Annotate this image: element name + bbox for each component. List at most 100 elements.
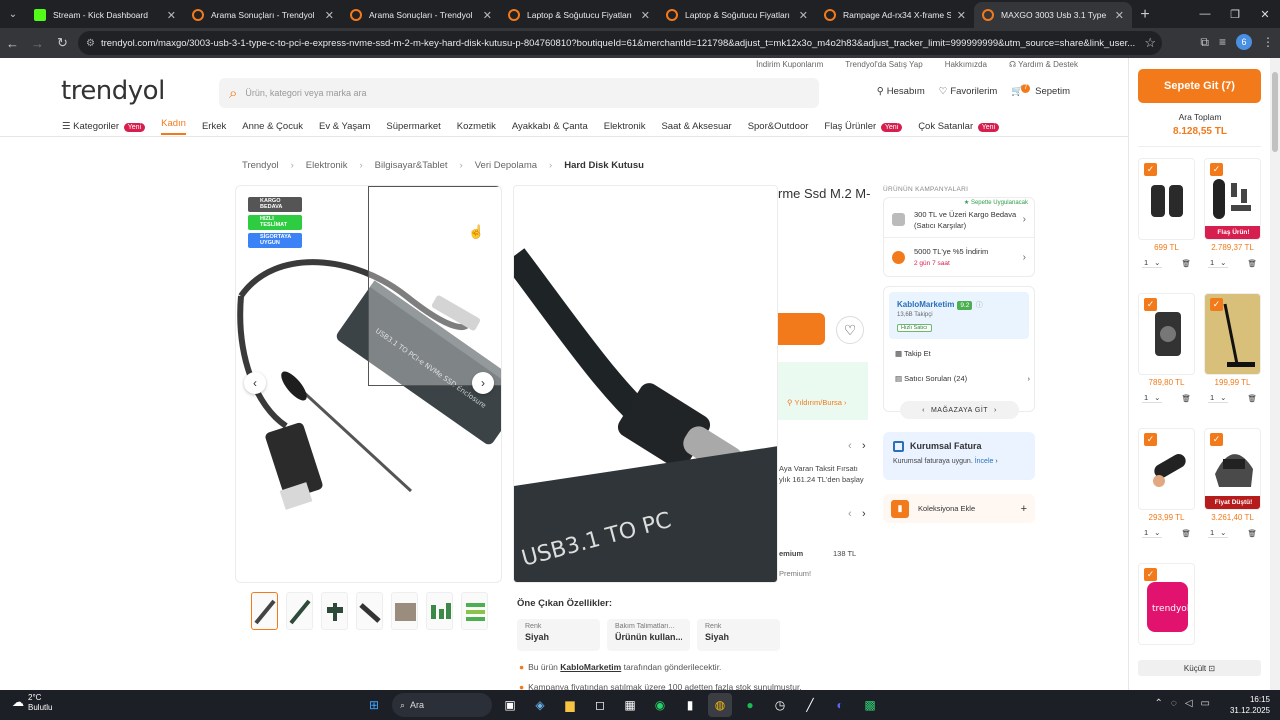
checkbox-checked-icon[interactable]: ✓ <box>1144 568 1157 581</box>
close-tab-icon[interactable]: ✕ <box>1115 9 1124 22</box>
campaign-row[interactable]: 5000 TL'ye %5 İndirim 2 gün 7 saat › <box>884 238 1034 276</box>
category-link[interactable]: Süpermarket <box>386 121 440 132</box>
browser-tab-active[interactable]: MAXGO 3003 Usb 3.1 Type C T ✕ <box>974 2 1132 28</box>
bookmark-star-icon[interactable]: ☆ <box>1144 35 1156 51</box>
battery-icon[interactable]: ▭ <box>1201 698 1210 709</box>
thumbnail[interactable] <box>321 592 348 630</box>
inspect-link[interactable]: İncele <box>975 458 994 465</box>
seller-card[interactable]: KabloMarketim 9.2 ⓘ 13,6B Takipçi Hızlı S… <box>889 292 1029 339</box>
qty-select[interactable]: 1 ⌄ <box>1142 528 1163 538</box>
corporate-invoice-card[interactable]: Kurumsal Fatura Kurumsal faturaya uygun.… <box>883 432 1035 480</box>
back-icon[interactable]: ← <box>0 36 25 51</box>
qty-select[interactable]: 1 ⌄ <box>1142 258 1163 268</box>
thumbnail[interactable] <box>391 592 418 630</box>
minimize-icon[interactable]: — <box>1190 0 1220 28</box>
category-link[interactable]: Ev & Yaşam <box>319 121 370 132</box>
browser-tab[interactable]: Rampage Ad-rx34 X-frame Siy ✕ <box>816 2 974 28</box>
url-bar[interactable]: ⚙ trendyol.com/maxgo/3003-usb-3-1-type-c… <box>78 31 1162 55</box>
site-info-icon[interactable]: ⚙ <box>86 38 95 49</box>
checkbox-checked-icon[interactable]: ✓ <box>1144 163 1157 176</box>
cart-item-image[interactable]: ✓ <box>1138 158 1195 240</box>
breadcrumb-link[interactable]: Bilgisayar&Tablet <box>375 160 448 171</box>
thumbnail[interactable] <box>286 592 313 630</box>
add-to-cart-button[interactable] <box>778 313 825 345</box>
trash-icon[interactable]: 🗑 <box>1181 394 1191 403</box>
close-window-icon[interactable]: ✕ <box>1250 0 1280 28</box>
breadcrumb-link[interactable]: Elektronik <box>306 160 348 171</box>
whatsapp-icon[interactable]: ◉ <box>648 693 672 717</box>
cart-item-image[interactable]: ✓ <box>1204 293 1261 375</box>
tab-search-icon[interactable]: ⌄ <box>0 0 26 28</box>
checkbox-checked-icon[interactable]: ✓ <box>1144 433 1157 446</box>
top-link[interactable]: İndirim Kuponlarım <box>756 60 823 69</box>
clock-app-icon[interactable]: ◷ <box>768 693 792 717</box>
app-icon[interactable]: ▮ <box>678 693 702 717</box>
browser-tab[interactable]: Arama Sonuçları - Trendyol ✕ <box>342 2 500 28</box>
trendyol-logo[interactable]: trendyol <box>61 76 165 106</box>
checkbox-checked-icon[interactable]: ✓ <box>1210 433 1223 446</box>
browser-tab[interactable]: Arama Sonuçları - Trendyol ✕ <box>184 2 342 28</box>
close-tab-icon[interactable]: ✕ <box>957 9 966 22</box>
thumbnail[interactable] <box>461 592 488 630</box>
category-link[interactable]: Anne & Çocuk <box>242 121 303 132</box>
go-to-store-button[interactable]: ‹ MAĞAZAYA GİT › <box>900 401 1019 419</box>
extensions-icon[interactable]: ⧉ <box>1200 35 1209 50</box>
favorites-link[interactable]: ♡ Favorilerim <box>939 86 998 98</box>
info-icon[interactable]: ⓘ <box>976 302 983 309</box>
category-link[interactable]: Erkek <box>202 121 226 132</box>
cart-item-image[interactable]: ✓ trendyol <box>1138 563 1195 645</box>
next-image-icon[interactable]: › <box>472 372 494 394</box>
store-icon[interactable]: ▦ <box>618 693 642 717</box>
cart-item-image[interactable]: ✓ <box>1138 293 1195 375</box>
favorite-heart-icon[interactable]: ♡ <box>836 316 864 344</box>
prev-carousel-icon[interactable]: ‹ <box>848 508 852 520</box>
close-tab-icon[interactable]: ✕ <box>483 9 492 22</box>
flash-products-link[interactable]: Flaş Ürünler Yeni <box>824 121 903 132</box>
chevron-up-icon[interactable]: ⌃ <box>1155 698 1163 709</box>
discord-icon[interactable]: ◐ <box>828 693 852 717</box>
browser-tab[interactable]: Stream - Kick Dashboard ✕ <box>26 2 184 28</box>
breadcrumb-link[interactable]: Veri Depolama <box>475 160 537 171</box>
prev-image-icon[interactable]: ‹ <box>244 372 266 394</box>
chrome-icon[interactable]: ◍ <box>708 693 732 717</box>
close-tab-icon[interactable]: ✕ <box>799 9 808 22</box>
category-link[interactable]: Kozmetik <box>457 121 496 132</box>
category-link[interactable]: Elektronik <box>604 121 646 132</box>
all-categories-menu[interactable]: ☰ Kategoriler Yeni <box>62 121 146 132</box>
volume-icon[interactable]: ◁ <box>1185 698 1193 709</box>
widgets-icon[interactable]: ◈ <box>528 693 552 717</box>
category-link[interactable]: Ayakkabı & Çanta <box>512 121 588 132</box>
trash-icon[interactable]: 🗑 <box>1247 259 1257 268</box>
qty-select[interactable]: 1 ⌄ <box>1208 258 1229 268</box>
qty-select[interactable]: 1 ⌄ <box>1208 528 1229 538</box>
new-tab-icon[interactable]: + <box>1132 2 1158 28</box>
checkbox-checked-icon[interactable]: ✓ <box>1210 298 1223 311</box>
thumbnail[interactable] <box>356 592 383 630</box>
location[interactable]: ⚲ Yıldırım/Bursa › <box>787 398 847 407</box>
category-link[interactable]: Saat & Aksesuar <box>661 121 731 132</box>
prev-carousel-icon[interactable]: ‹ <box>848 440 852 452</box>
weather-widget[interactable]: ☁ 2°C Bulutlu <box>12 693 52 713</box>
maximize-icon[interactable]: ❐ <box>1220 0 1250 28</box>
browser-tab[interactable]: Laptop & Soğutucu Fiyatları | L ✕ <box>500 2 658 28</box>
collapse-button[interactable]: Küçült ⊡ <box>1138 660 1261 676</box>
clock[interactable]: 16:15 31.12.2025 <box>1230 694 1270 716</box>
best-sellers-link[interactable]: Çok Satanlar Yeni <box>918 121 1000 132</box>
checkbox-checked-icon[interactable]: ✓ <box>1144 298 1157 311</box>
media-icon[interactable]: ≡ <box>1219 35 1226 49</box>
add-to-collection-button[interactable]: ▮ Koleksiyona Ekle + <box>883 494 1035 523</box>
close-tab-icon[interactable]: ✕ <box>325 9 334 22</box>
pen-icon[interactable]: ╱ <box>798 693 822 717</box>
page-scrollbar[interactable] <box>1270 58 1280 690</box>
breadcrumb-link[interactable]: Trendyol <box>242 160 279 171</box>
product-image[interactable]: USB3.1 TO PCI-e NVMe SSD Enclosure KARGO… <box>235 185 502 583</box>
trash-icon[interactable]: 🗑 <box>1181 259 1191 268</box>
category-link[interactable]: Kadın <box>161 118 186 135</box>
windows-start-icon[interactable]: ⊞ <box>362 693 386 717</box>
task-view-icon[interactable]: ▣ <box>498 693 522 717</box>
scrollbar-thumb[interactable] <box>1272 72 1278 152</box>
cart-item-image[interactable]: ✓ Flaş Ürün! <box>1204 158 1261 240</box>
account-link[interactable]: ⚲ Hesabım <box>877 86 925 98</box>
thumbnail[interactable] <box>426 592 453 630</box>
follow-button[interactable]: ▦ Takip Et <box>895 349 931 358</box>
